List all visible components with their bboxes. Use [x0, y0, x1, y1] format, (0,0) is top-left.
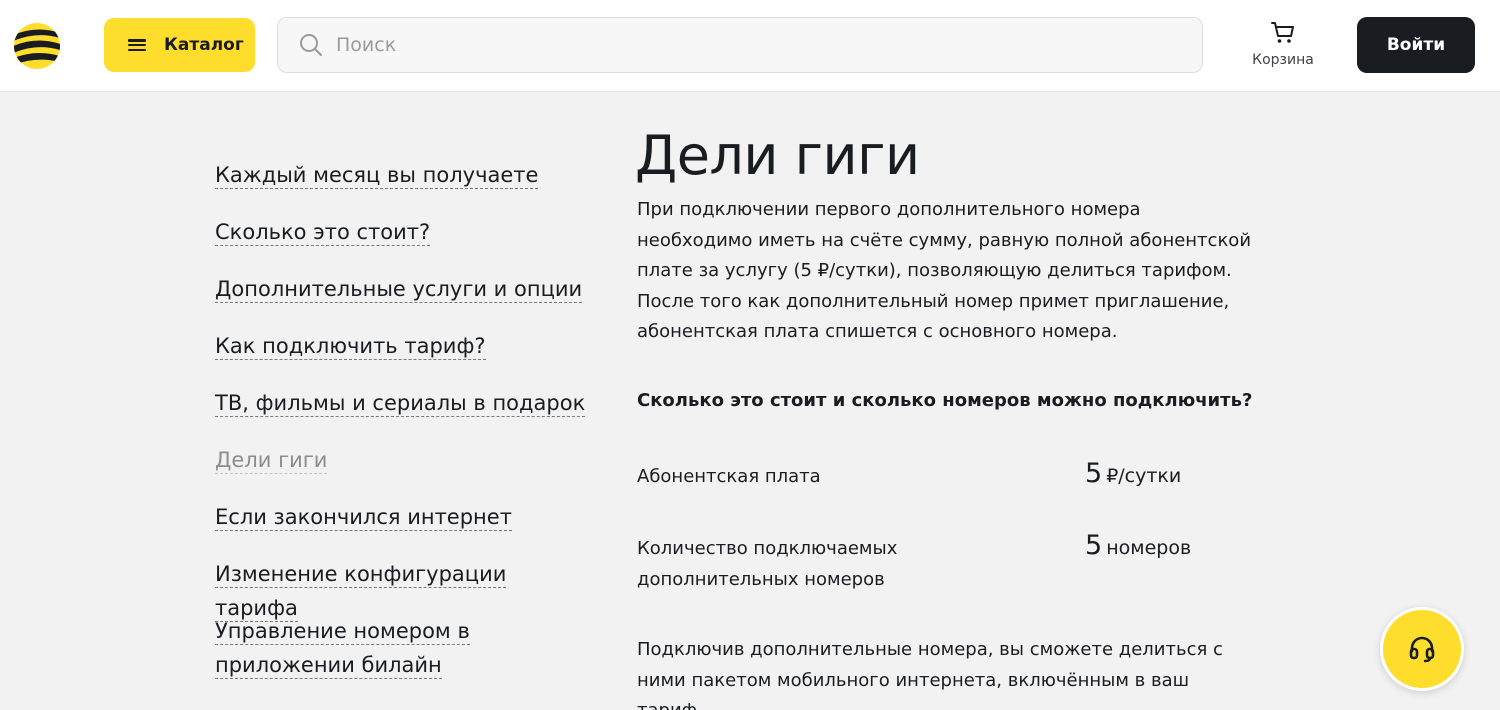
cart-icon — [1271, 22, 1294, 43]
catalog-button[interactable]: Каталог — [104, 18, 255, 72]
login-button[interactable]: Войти — [1357, 17, 1475, 73]
price-label: Абонентская плата — [637, 466, 821, 487]
price-unit: номеров — [1106, 537, 1192, 559]
sidebar-item-share-gigs[interactable]: Дели гиги — [215, 443, 328, 477]
beeline-logo-icon[interactable] — [13, 22, 61, 70]
section-heading: Сколько это стоит и сколько номеров можн… — [637, 390, 1253, 411]
sidebar-item-monthly[interactable]: Каждый месяц вы получаете — [215, 158, 539, 192]
cart-button[interactable]: Корзина — [1244, 20, 1322, 72]
sidebar-item-extra-services[interactable]: Дополнительные услуги и опции — [215, 272, 583, 306]
price-value: 5 ₽/сутки — [1085, 458, 1181, 489]
page-title: Дели гиги — [635, 124, 920, 187]
price-value: 5 номеров — [1085, 530, 1191, 561]
menu-icon — [128, 39, 146, 51]
sidebar-item-tv-gift[interactable]: ТВ, фильмы и сериалы в подарок — [215, 386, 586, 420]
search-bar — [277, 17, 1203, 73]
main-content: Дели гиги При подключении первого дополн… — [635, 124, 1255, 710]
price-number: 5 — [1085, 458, 1103, 489]
price-number: 5 — [1085, 530, 1103, 561]
price-unit: ₽/сутки — [1106, 465, 1182, 487]
catalog-label: Каталог — [164, 35, 244, 55]
outro-text: Подключив дополнительные номера, вы смож… — [637, 639, 1223, 710]
search-input[interactable] — [336, 34, 1156, 56]
sidebar-item-connect[interactable]: Как подключить тариф? — [215, 329, 486, 363]
price-label: Количество подключаемых дополнительных н… — [637, 538, 898, 590]
header: Каталог Корзина Войти — [0, 0, 1500, 92]
headset-icon — [1409, 636, 1435, 663]
sidebar-item-app-management[interactable]: Управление номером в приложении билайн — [215, 614, 515, 682]
search-icon — [300, 34, 322, 56]
sidebar-item-internet-out[interactable]: Если закончился интернет — [215, 500, 512, 534]
help-button[interactable] — [1380, 607, 1464, 691]
sidebar-item-cost[interactable]: Сколько это стоит? — [215, 215, 431, 249]
cart-label: Корзина — [1252, 52, 1314, 68]
intro-text: При подключении первого дополнительного … — [637, 199, 1252, 342]
